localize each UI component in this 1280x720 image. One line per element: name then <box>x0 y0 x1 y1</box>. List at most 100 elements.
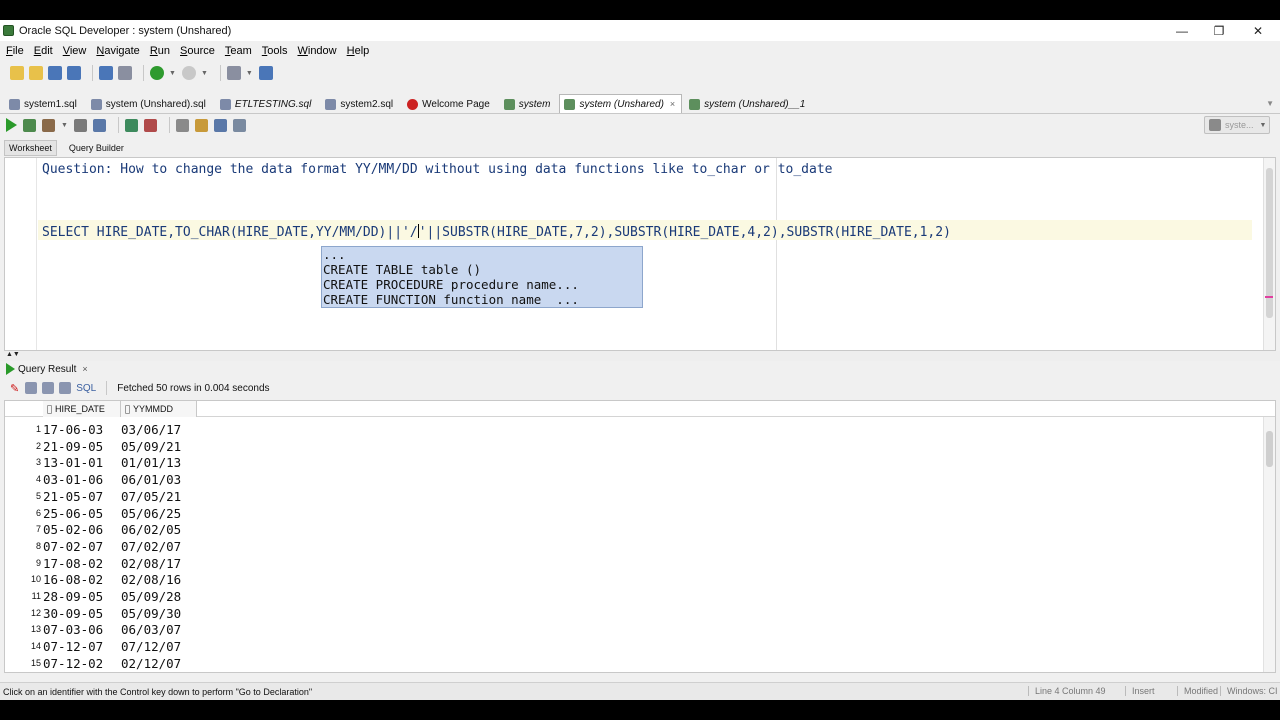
row-number: 16 <box>5 672 41 673</box>
table-row[interactable]: 8 07-02-07 07/02/07 <box>5 538 205 555</box>
tab-system-unshared-1[interactable]: system (Unshared)__1 <box>684 94 812 113</box>
new-file-icon[interactable] <box>10 66 24 80</box>
refresh-icon[interactable] <box>42 382 55 394</box>
forward-icon[interactable] <box>181 66 196 80</box>
table-row[interactable]: 9 17-08-02 02/08/17 <box>5 555 205 572</box>
grid-header: HIRE_DATE YYMMDD <box>5 401 1275 417</box>
table-row[interactable]: 6 25-06-05 05/06/25 <box>5 505 205 522</box>
column-header-yymmdd[interactable]: YYMMDD <box>121 401 197 417</box>
minimize-button[interactable]: — <box>1162 20 1202 41</box>
cell-hire-date: 03-01-06 <box>43 472 104 488</box>
tab-system-unshared[interactable]: system (Unshared) × <box>559 94 683 113</box>
open-folder-icon[interactable] <box>29 66 43 80</box>
save-all-icon[interactable] <box>67 66 81 80</box>
tab-etltesting-sql[interactable]: ETLTESTING.sql <box>215 94 319 113</box>
menu-window[interactable]: Window <box>297 45 336 57</box>
pencil-icon[interactable] <box>194 118 208 132</box>
result-grid[interactable]: HIRE_DATE YYMMDD 1 17-06-03 03/06/17 2 21-09… <box>4 400 1276 673</box>
sql-link[interactable]: SQL <box>76 383 96 394</box>
tab-query-result-label: Query Result <box>18 363 77 375</box>
menu-navigate[interactable]: Navigate <box>96 45 139 57</box>
table-row[interactable]: 1618-05-03 03/05/18 <box>5 672 205 673</box>
menu-source[interactable]: Source <box>180 45 215 57</box>
autocomplete-item[interactable]: ... <box>323 247 642 262</box>
column-header-hire-date[interactable]: HIRE_DATE <box>43 401 121 417</box>
close-tab-icon[interactable]: × <box>82 364 87 374</box>
chevron-down-icon[interactable]: ▼ <box>169 70 176 77</box>
table-row[interactable]: 2 21-09-05 05/09/21 <box>5 438 205 455</box>
panel-splitter[interactable] <box>0 351 1280 361</box>
save-icon[interactable] <box>48 66 62 80</box>
commit-icon[interactable] <box>42 118 55 132</box>
sql-editor[interactable]: Question: How to change the data format … <box>4 157 1276 351</box>
connection-selector[interactable]: syste... ▼ <box>1204 116 1270 134</box>
tab-system[interactable]: system <box>499 94 558 113</box>
tab-system-unshared-sql[interactable]: system (Unshared).sql <box>86 94 213 113</box>
run-script-icon[interactable] <box>23 118 36 132</box>
menu-edit[interactable]: Edit <box>34 45 53 57</box>
splitter-arrows-icon[interactable]: ▲▼ <box>6 351 20 358</box>
grid-vertical-scrollbar[interactable] <box>1263 417 1275 672</box>
sql-history-icon[interactable] <box>175 118 189 132</box>
connection-icon <box>1209 119 1221 131</box>
undo-icon[interactable] <box>99 66 113 80</box>
table-row[interactable]: 13 07-03-06 06/03/07 <box>5 621 205 638</box>
explain-plan-icon[interactable] <box>92 118 106 132</box>
chevron-down-icon[interactable]: ▼ <box>201 70 208 77</box>
menu-team[interactable]: Team <box>225 45 252 57</box>
clear-icon[interactable] <box>143 118 157 132</box>
menu-view[interactable]: View <box>63 45 87 57</box>
format-icon[interactable] <box>213 118 227 132</box>
connection-selector-label: syste... <box>1225 120 1254 130</box>
table-row[interactable]: 7 05-02-06 06/02/05 <box>5 521 205 538</box>
autocomplete-item[interactable]: CREATE PROCEDURE procedure name... <box>323 277 642 292</box>
worksheet-subtabs: Worksheet Query Builder <box>0 139 1280 157</box>
editor-vertical-scrollbar[interactable] <box>1263 158 1275 350</box>
table-row[interactable]: 5 21-05-07 07/05/21 <box>5 488 205 505</box>
grid-scrollbar-thumb[interactable] <box>1266 431 1273 467</box>
maximize-button[interactable]: ❐ <box>1199 20 1239 41</box>
table-row[interactable]: 11 28-09-05 05/09/28 <box>5 588 205 605</box>
cell-hire-date: 05-02-06 <box>43 522 104 538</box>
tab-query-result[interactable]: Query Result × <box>6 363 88 375</box>
print-icon[interactable] <box>25 382 38 394</box>
back-icon[interactable] <box>150 66 164 80</box>
table-row[interactable]: 15 07-12-02 02/12/07 <box>5 655 205 672</box>
table-row[interactable]: 3 13-01-01 01/01/13 <box>5 454 205 471</box>
table-row[interactable]: 12 30-09-05 05/09/30 <box>5 605 205 622</box>
tab-list-chevron-icon[interactable]: ▼ <box>1266 99 1274 108</box>
menu-file[interactable]: File <box>6 45 24 57</box>
binoculars-icon[interactable] <box>258 66 273 80</box>
autotrace-icon[interactable] <box>124 118 138 132</box>
tab-system2-sql[interactable]: system2.sql <box>320 94 400 113</box>
autocomplete-item[interactable]: CREATE TABLE table () <box>323 262 642 277</box>
tab-welcome-page[interactable]: Welcome Page <box>402 94 497 113</box>
tab-query-builder[interactable]: Query Builder <box>65 141 128 155</box>
toolbar-separator <box>117 117 119 133</box>
menu-tools[interactable]: Tools <box>262 45 288 57</box>
chevron-down-icon[interactable]: ▼ <box>61 122 68 129</box>
table-row[interactable]: 10 16-08-02 02/08/16 <box>5 571 205 588</box>
row-number: 11 <box>31 591 41 601</box>
close-tab-icon[interactable]: × <box>670 99 675 109</box>
rollback-icon[interactable] <box>73 118 87 132</box>
autocomplete-item[interactable]: CREATE FUNCTION function name ... <box>323 292 642 307</box>
case-change-icon[interactable] <box>232 118 246 132</box>
table-row[interactable]: 4 03-01-06 06/01/03 <box>5 471 205 488</box>
table-row[interactable]: 1 17-06-03 03/06/17 <box>5 421 205 438</box>
table-row[interactable]: 14 07-12-07 07/12/07 <box>5 638 205 655</box>
pin-icon[interactable]: ✎ <box>10 382 19 395</box>
tab-worksheet[interactable]: Worksheet <box>4 140 57 156</box>
tab-system1-sql[interactable]: system1.sql <box>4 94 84 113</box>
export-icon[interactable] <box>59 382 72 394</box>
close-window-button[interactable]: ✕ <box>1238 20 1278 41</box>
row-number: 15 <box>30 657 41 668</box>
sql-worksheet-icon[interactable] <box>226 66 241 80</box>
run-statement-icon[interactable] <box>6 118 17 132</box>
cell-hire-date: 21-05-07 <box>43 488 104 504</box>
menu-help[interactable]: Help <box>347 45 370 57</box>
chevron-down-icon[interactable]: ▼ <box>246 70 253 77</box>
menu-run[interactable]: Run <box>150 45 170 57</box>
redo-icon[interactable] <box>118 66 132 80</box>
cell-yymmdd: 02/08/16 <box>121 572 182 588</box>
